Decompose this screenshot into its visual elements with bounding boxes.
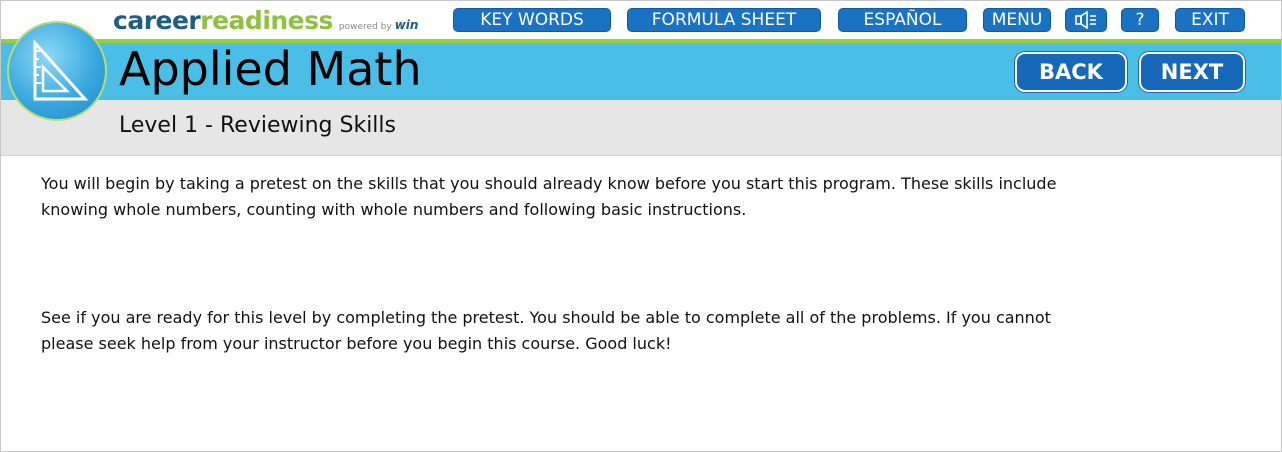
menu-button[interactable]: MENU [983,8,1051,32]
intro-paragraph: You will begin by taking a pretest on th… [41,171,1221,223]
pretest-line-2: please seek help from your instructor be… [41,334,672,353]
level-title: Level 1 - Reviewing Skills [119,113,396,138]
back-button[interactable]: BACK [1015,52,1127,92]
key-words-button[interactable]: KEY WORDS [453,8,611,32]
next-button[interactable]: NEXT [1139,52,1245,92]
formula-sheet-button[interactable]: FORMULA SHEET [627,8,821,32]
brand-partner: win [394,18,419,32]
brand-powered-by: powered by [338,22,392,32]
pretest-paragraph: See if you are ready for this level by c… [41,305,1221,357]
speaker-icon [1075,11,1096,29]
brand-readiness: readiness [200,6,333,35]
exit-button[interactable]: EXIT [1175,8,1245,32]
brand-logo: career readiness powered by win [113,6,418,36]
top-bar: career readiness powered by win KEY WORD… [1,1,1281,39]
help-button[interactable]: ? [1121,8,1159,32]
audio-button[interactable] [1065,8,1107,32]
page-title: Applied Math [119,42,422,96]
applied-math-logo [7,21,107,121]
intro-line-2: knowing whole numbers, counting with who… [41,200,747,219]
brand-career: career [113,6,201,35]
app-window: career readiness powered by win KEY WORD… [0,0,1282,452]
intro-line-1: You will begin by taking a pretest on th… [41,174,1057,193]
pretest-line-1: See if you are ready for this level by c… [41,308,1051,327]
triangle-ruler-icon [33,39,89,101]
espanol-button[interactable]: ESPAÑOL [838,8,967,32]
